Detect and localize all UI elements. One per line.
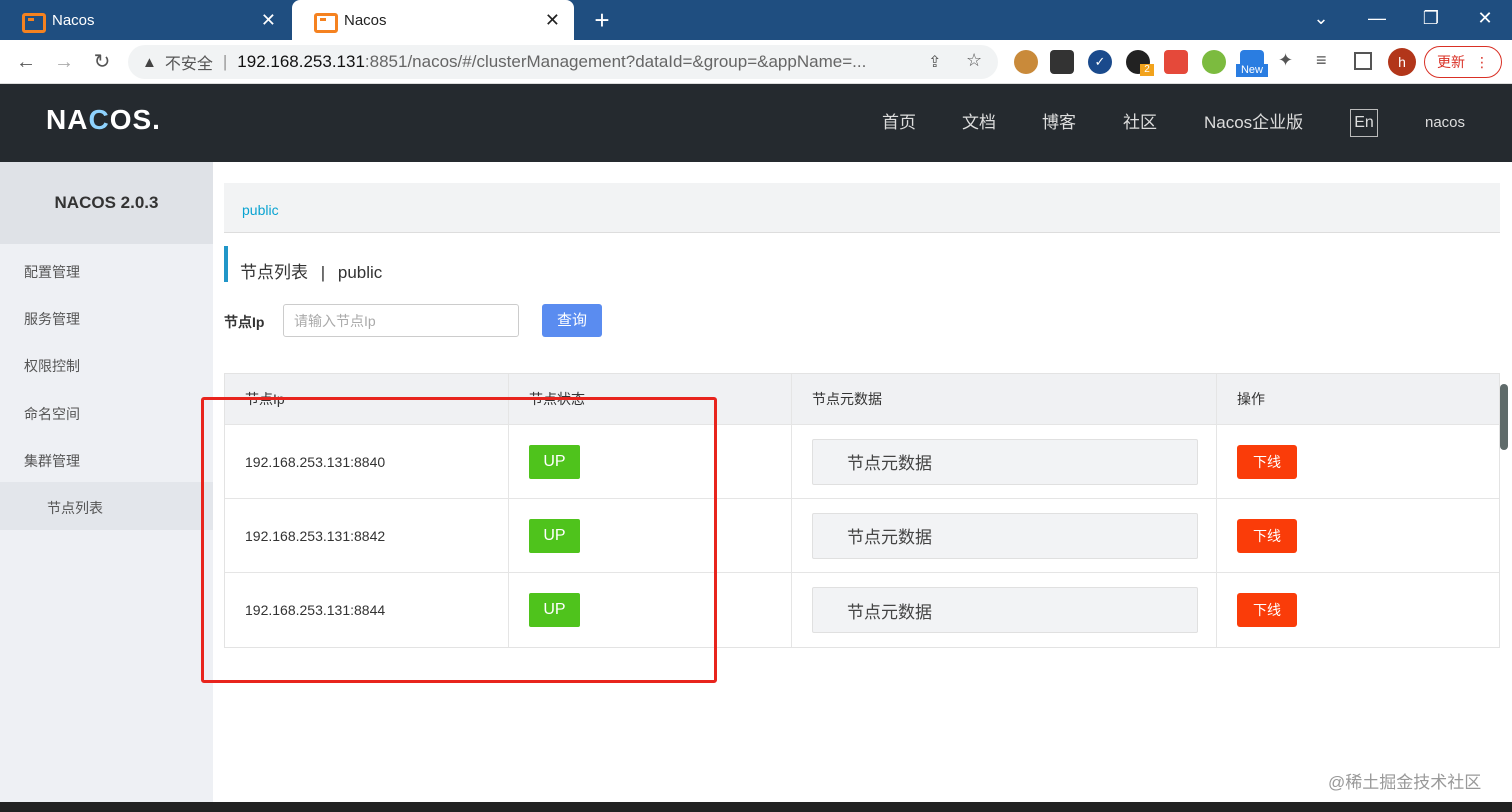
browser-tab-1[interactable]: Nacos ✕ <box>0 0 290 40</box>
user-menu[interactable]: nacos <box>1425 84 1465 162</box>
minimize-button[interactable]: — <box>1350 0 1404 36</box>
update-button[interactable]: 更新 ⋮ <box>1424 46 1502 78</box>
watermark: @稀土掘金技术社区 <box>1328 773 1482 792</box>
share-icon[interactable]: ⇪ <box>928 52 941 72</box>
browser-tab-2[interactable]: Nacos ✕ <box>292 0 574 40</box>
new-badge: New <box>1236 64 1268 77</box>
address-bar[interactable]: ▲ 不安全 | 192.168.253.131 :8851/nacos/#/cl… <box>128 45 998 79</box>
offline-button[interactable]: 下线 <box>1237 444 1297 479</box>
url-path: :8851/nacos/#/clusterManagement?dataId=&… <box>364 52 867 71</box>
nacos-logo[interactable]: NACOS. <box>46 104 161 136</box>
node-metadata-cell: 节点元数据 <box>792 573 1217 647</box>
dice-extension-icon[interactable] <box>1164 50 1188 74</box>
metadata-button[interactable]: 节点元数据 <box>812 512 1198 559</box>
tab-search-icon[interactable]: ⌄ <box>1294 0 1348 36</box>
title-accent <box>224 246 228 282</box>
action-cell: 下线 <box>1217 499 1499 572</box>
node-ip-input[interactable] <box>283 304 519 337</box>
nacos-favicon-icon <box>314 13 338 33</box>
nav-home[interactable]: 首页 <box>882 84 916 162</box>
android-extension-icon[interactable] <box>1202 50 1226 74</box>
checkmark-extension-icon[interactable]: ✓ <box>1088 50 1112 74</box>
tab-title: Nacos <box>344 11 387 29</box>
url-separator: | <box>222 52 228 71</box>
sidebar-item-node-list-bg <box>0 482 213 530</box>
menu-dots-icon: ⋮ <box>1475 53 1489 70</box>
namespace-bar <box>224 183 1500 233</box>
profile-avatar[interactable]: h <box>1388 48 1416 76</box>
action-cell: 下线 <box>1217 573 1499 647</box>
tab-close-icon[interactable]: ✕ <box>545 10 560 31</box>
scrollbar-thumb[interactable] <box>1500 384 1508 450</box>
header-node-metadata: 节点元数据 <box>792 374 1217 424</box>
url-host: 192.168.253.131 <box>237 52 365 71</box>
new-tab-button[interactable]: + <box>588 4 616 36</box>
logo-text: OS. <box>109 104 161 135</box>
logo-text: NA <box>46 104 89 135</box>
extension-badge: 2 <box>1140 64 1154 76</box>
metadata-button[interactable]: 节点元数据 <box>812 587 1198 633</box>
sidebar-item-auth[interactable]: 权限控制 <box>24 356 80 376</box>
bookmark-star-icon[interactable]: ☆ <box>966 50 982 71</box>
nav-docs[interactable]: 文档 <box>962 84 996 162</box>
tab-close-icon[interactable]: ✕ <box>261 10 276 31</box>
extensions-puzzle-icon[interactable]: ✦ <box>1278 50 1293 71</box>
title-separator: | <box>320 263 326 282</box>
offline-button[interactable]: 下线 <box>1237 593 1297 627</box>
action-cell: 下线 <box>1217 425 1499 498</box>
page-title: 节点列表 | public <box>240 258 382 283</box>
logo-text: C <box>88 104 110 135</box>
metadata-button[interactable]: 节点元数据 <box>812 438 1198 485</box>
node-ip-label: 节点Ip <box>224 314 265 330</box>
nacos-favicon-icon <box>22 13 46 33</box>
qr-code-extension-icon[interactable] <box>1050 50 1074 74</box>
forward-button[interactable]: → <box>50 48 78 76</box>
query-button[interactable]: 查询 <box>542 304 602 337</box>
nav-blog[interactable]: 博客 <box>1042 84 1076 162</box>
close-window-button[interactable]: ✕ <box>1458 0 1512 36</box>
namespace-link[interactable]: public <box>242 202 279 218</box>
restore-button[interactable]: ❐ <box>1404 0 1458 36</box>
sidebar-item-namespace[interactable]: 命名空间 <box>24 404 80 424</box>
reading-list-icon[interactable]: ≡ <box>1316 50 1327 71</box>
insecure-label: 不安全 <box>164 56 213 73</box>
header-action: 操作 <box>1237 391 1265 407</box>
annotation-highlight-box <box>201 397 717 683</box>
reload-button[interactable]: ↻ <box>88 48 116 76</box>
side-panel-icon[interactable] <box>1354 52 1372 70</box>
sidebar-title: NACOS 2.0.3 <box>0 162 213 244</box>
node-metadata-cell: 节点元数据 <box>792 425 1217 498</box>
warning-icon: ▲ <box>142 53 157 71</box>
back-button[interactable]: ← <box>12 48 40 76</box>
update-label: 更新 <box>1437 54 1465 70</box>
page-namespace: public <box>337 263 383 282</box>
nav-enterprise[interactable]: Nacos企业版 <box>1204 84 1303 162</box>
sidebar-item-node-list[interactable]: 节点列表 <box>47 498 103 518</box>
sidebar-item-service[interactable]: 服务管理 <box>24 309 80 329</box>
sidebar-item-config[interactable]: 配置管理 <box>24 262 80 282</box>
taskbar-strip <box>0 802 1512 812</box>
offline-button[interactable]: 下线 <box>1237 518 1297 553</box>
language-toggle[interactable]: En <box>1350 109 1378 137</box>
nav-community[interactable]: 社区 <box>1123 84 1157 162</box>
page-title-text: 节点列表 <box>240 263 308 282</box>
sidebar-item-cluster[interactable]: 集群管理 <box>24 451 80 471</box>
cookie-extension-icon[interactable] <box>1014 50 1038 74</box>
tab-title: Nacos <box>52 11 95 29</box>
node-metadata-cell: 节点元数据 <box>792 499 1217 572</box>
